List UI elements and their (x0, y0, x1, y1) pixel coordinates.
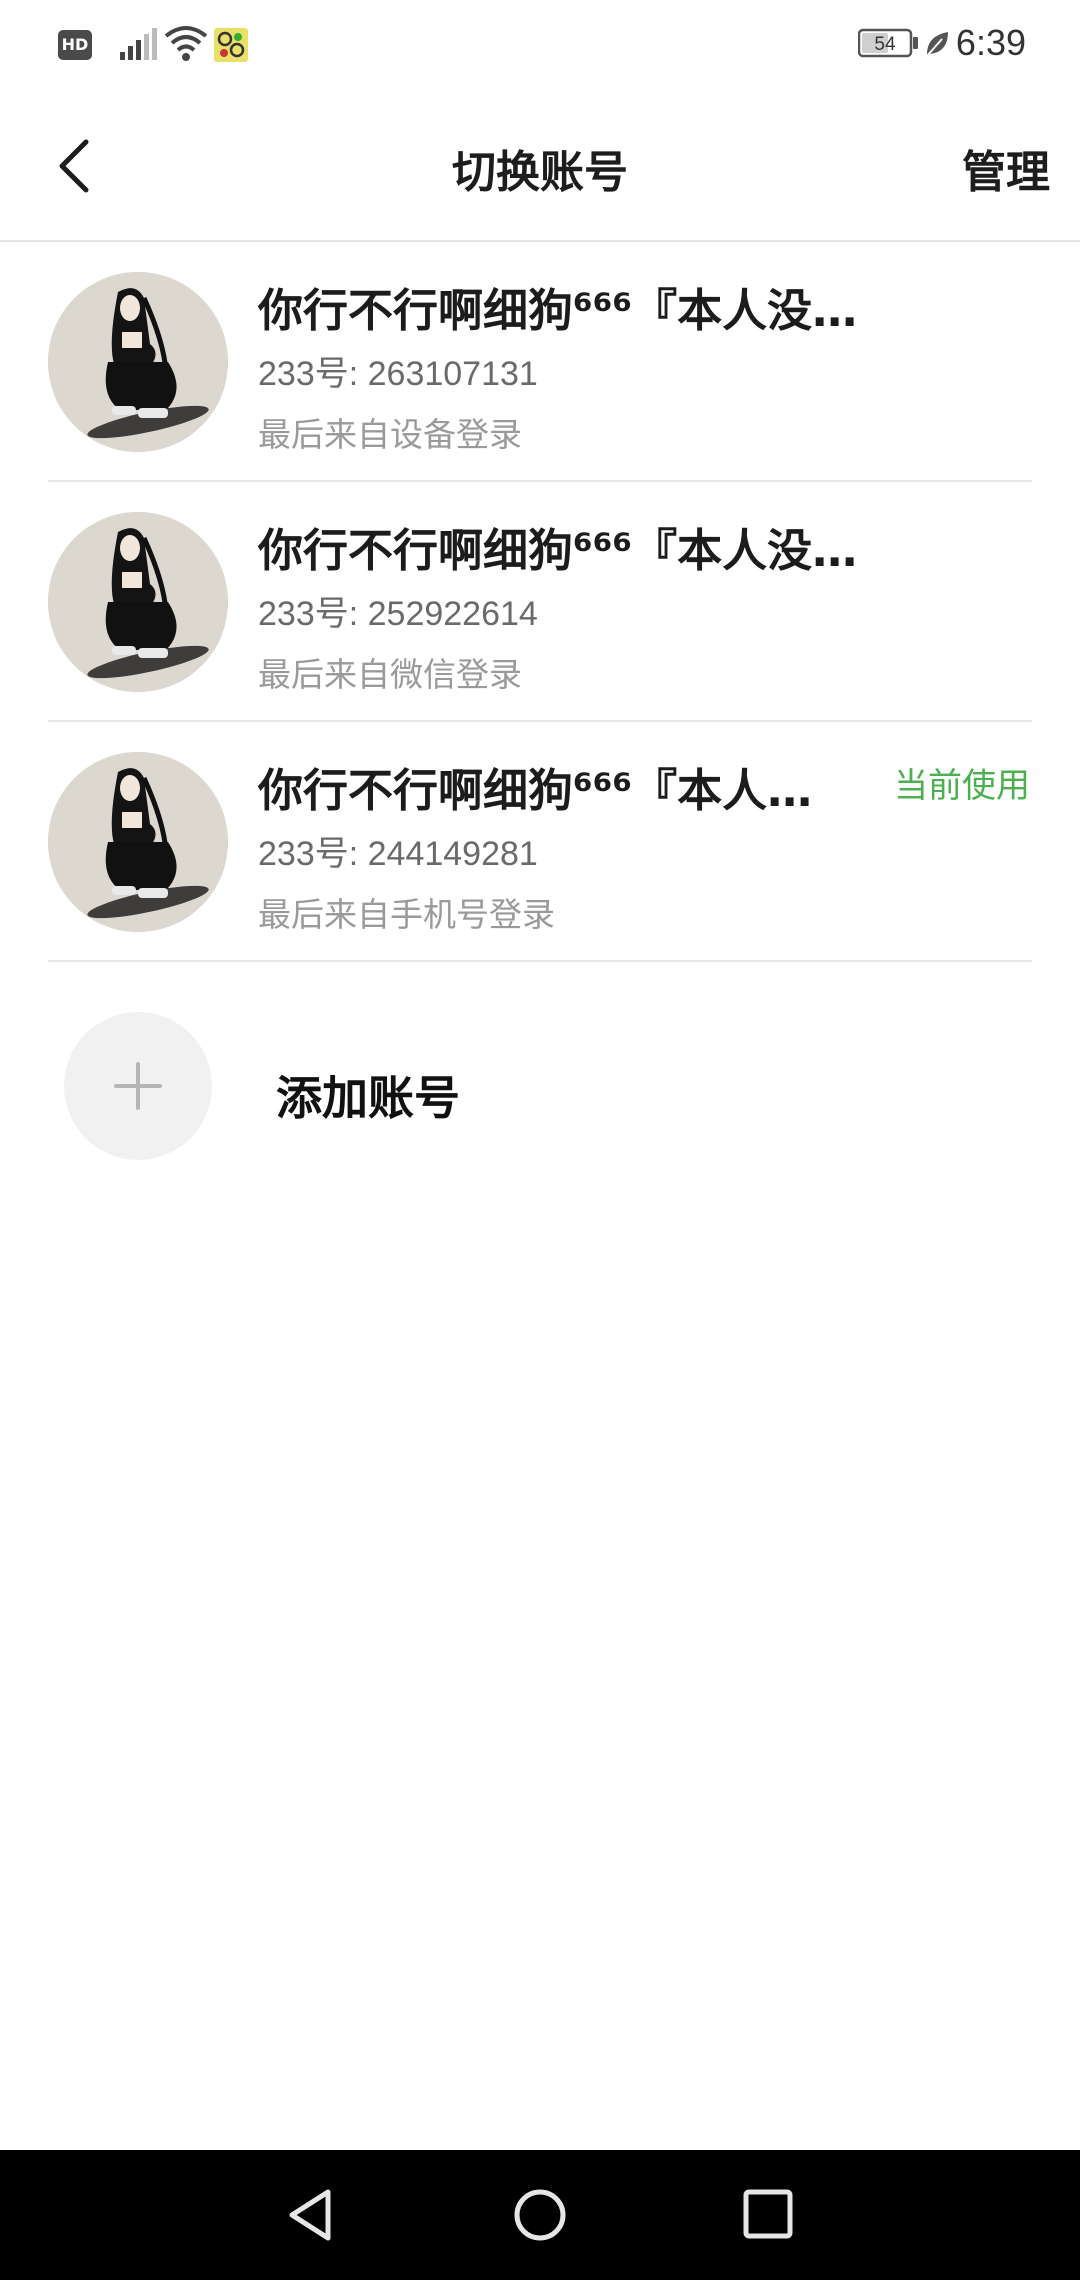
current-account-badge: 当前使用 (894, 766, 1030, 806)
battery-level: 54 (874, 34, 896, 55)
page-title: 切换账号 (452, 147, 628, 198)
manage-button[interactable]: 管理 (962, 136, 1050, 200)
account-nickname: 你行不行啊细狗⁶⁶⁶『本人没三』 (258, 524, 878, 577)
plus-icon (114, 1062, 162, 1110)
account-row[interactable]: 你行不行啊细狗⁶⁶⁶『本人没三』 233号: 252922614 最后来自微信登… (0, 482, 1080, 722)
account-id: 233号: 263107131 (258, 355, 538, 393)
status-bar: HD 54 6:39 (0, 0, 1080, 92)
last-login-source: 最后来自手机号登录 (258, 895, 555, 934)
nav-home-icon[interactable] (512, 2186, 568, 2244)
add-account-circle[interactable] (64, 1012, 212, 1160)
system-navigation-bar (0, 2150, 1080, 2280)
hd-badge: HD (58, 30, 92, 60)
avatar (48, 752, 228, 932)
account-row[interactable]: 你行不行啊细狗⁶⁶⁶『本人没三』 233号: 263107131 最后来自设备登… (0, 242, 1080, 482)
nav-back-icon[interactable] (282, 2186, 338, 2244)
account-nickname: 你行不行啊细狗⁶⁶⁶『本人没三』 (258, 284, 878, 337)
top-app-bar: 切换账号 管理 (0, 92, 1080, 242)
account-id: 233号: 252922614 (258, 595, 538, 633)
last-login-source: 最后来自微信登录 (258, 655, 522, 694)
divider (48, 960, 1032, 962)
avatar (48, 272, 228, 452)
power-saving-leaf-icon (926, 32, 948, 57)
wifi-icon (164, 26, 208, 61)
nav-recent-apps-icon[interactable] (742, 2188, 794, 2240)
add-account-label: 添加账号 (276, 1071, 460, 1125)
account-list: 你行不行啊细狗⁶⁶⁶『本人没三』 233号: 263107131 最后来自设备登… (0, 242, 1080, 962)
account-nickname: 你行不行啊细狗⁶⁶⁶『本人没... (258, 764, 838, 817)
avatar (48, 512, 228, 692)
app-notification-icon (214, 28, 248, 62)
add-account-row[interactable]: 添加账号 (0, 1000, 1080, 1160)
account-row-current[interactable]: 你行不行啊细狗⁶⁶⁶『本人没... 当前使用 233号: 244149281 最… (0, 722, 1080, 962)
battery-icon: 54 (858, 28, 918, 58)
signal-icon (120, 28, 157, 60)
last-login-source: 最后来自设备登录 (258, 415, 522, 454)
status-time: 6:39 (955, 22, 1026, 63)
account-id: 233号: 244149281 (258, 835, 538, 873)
